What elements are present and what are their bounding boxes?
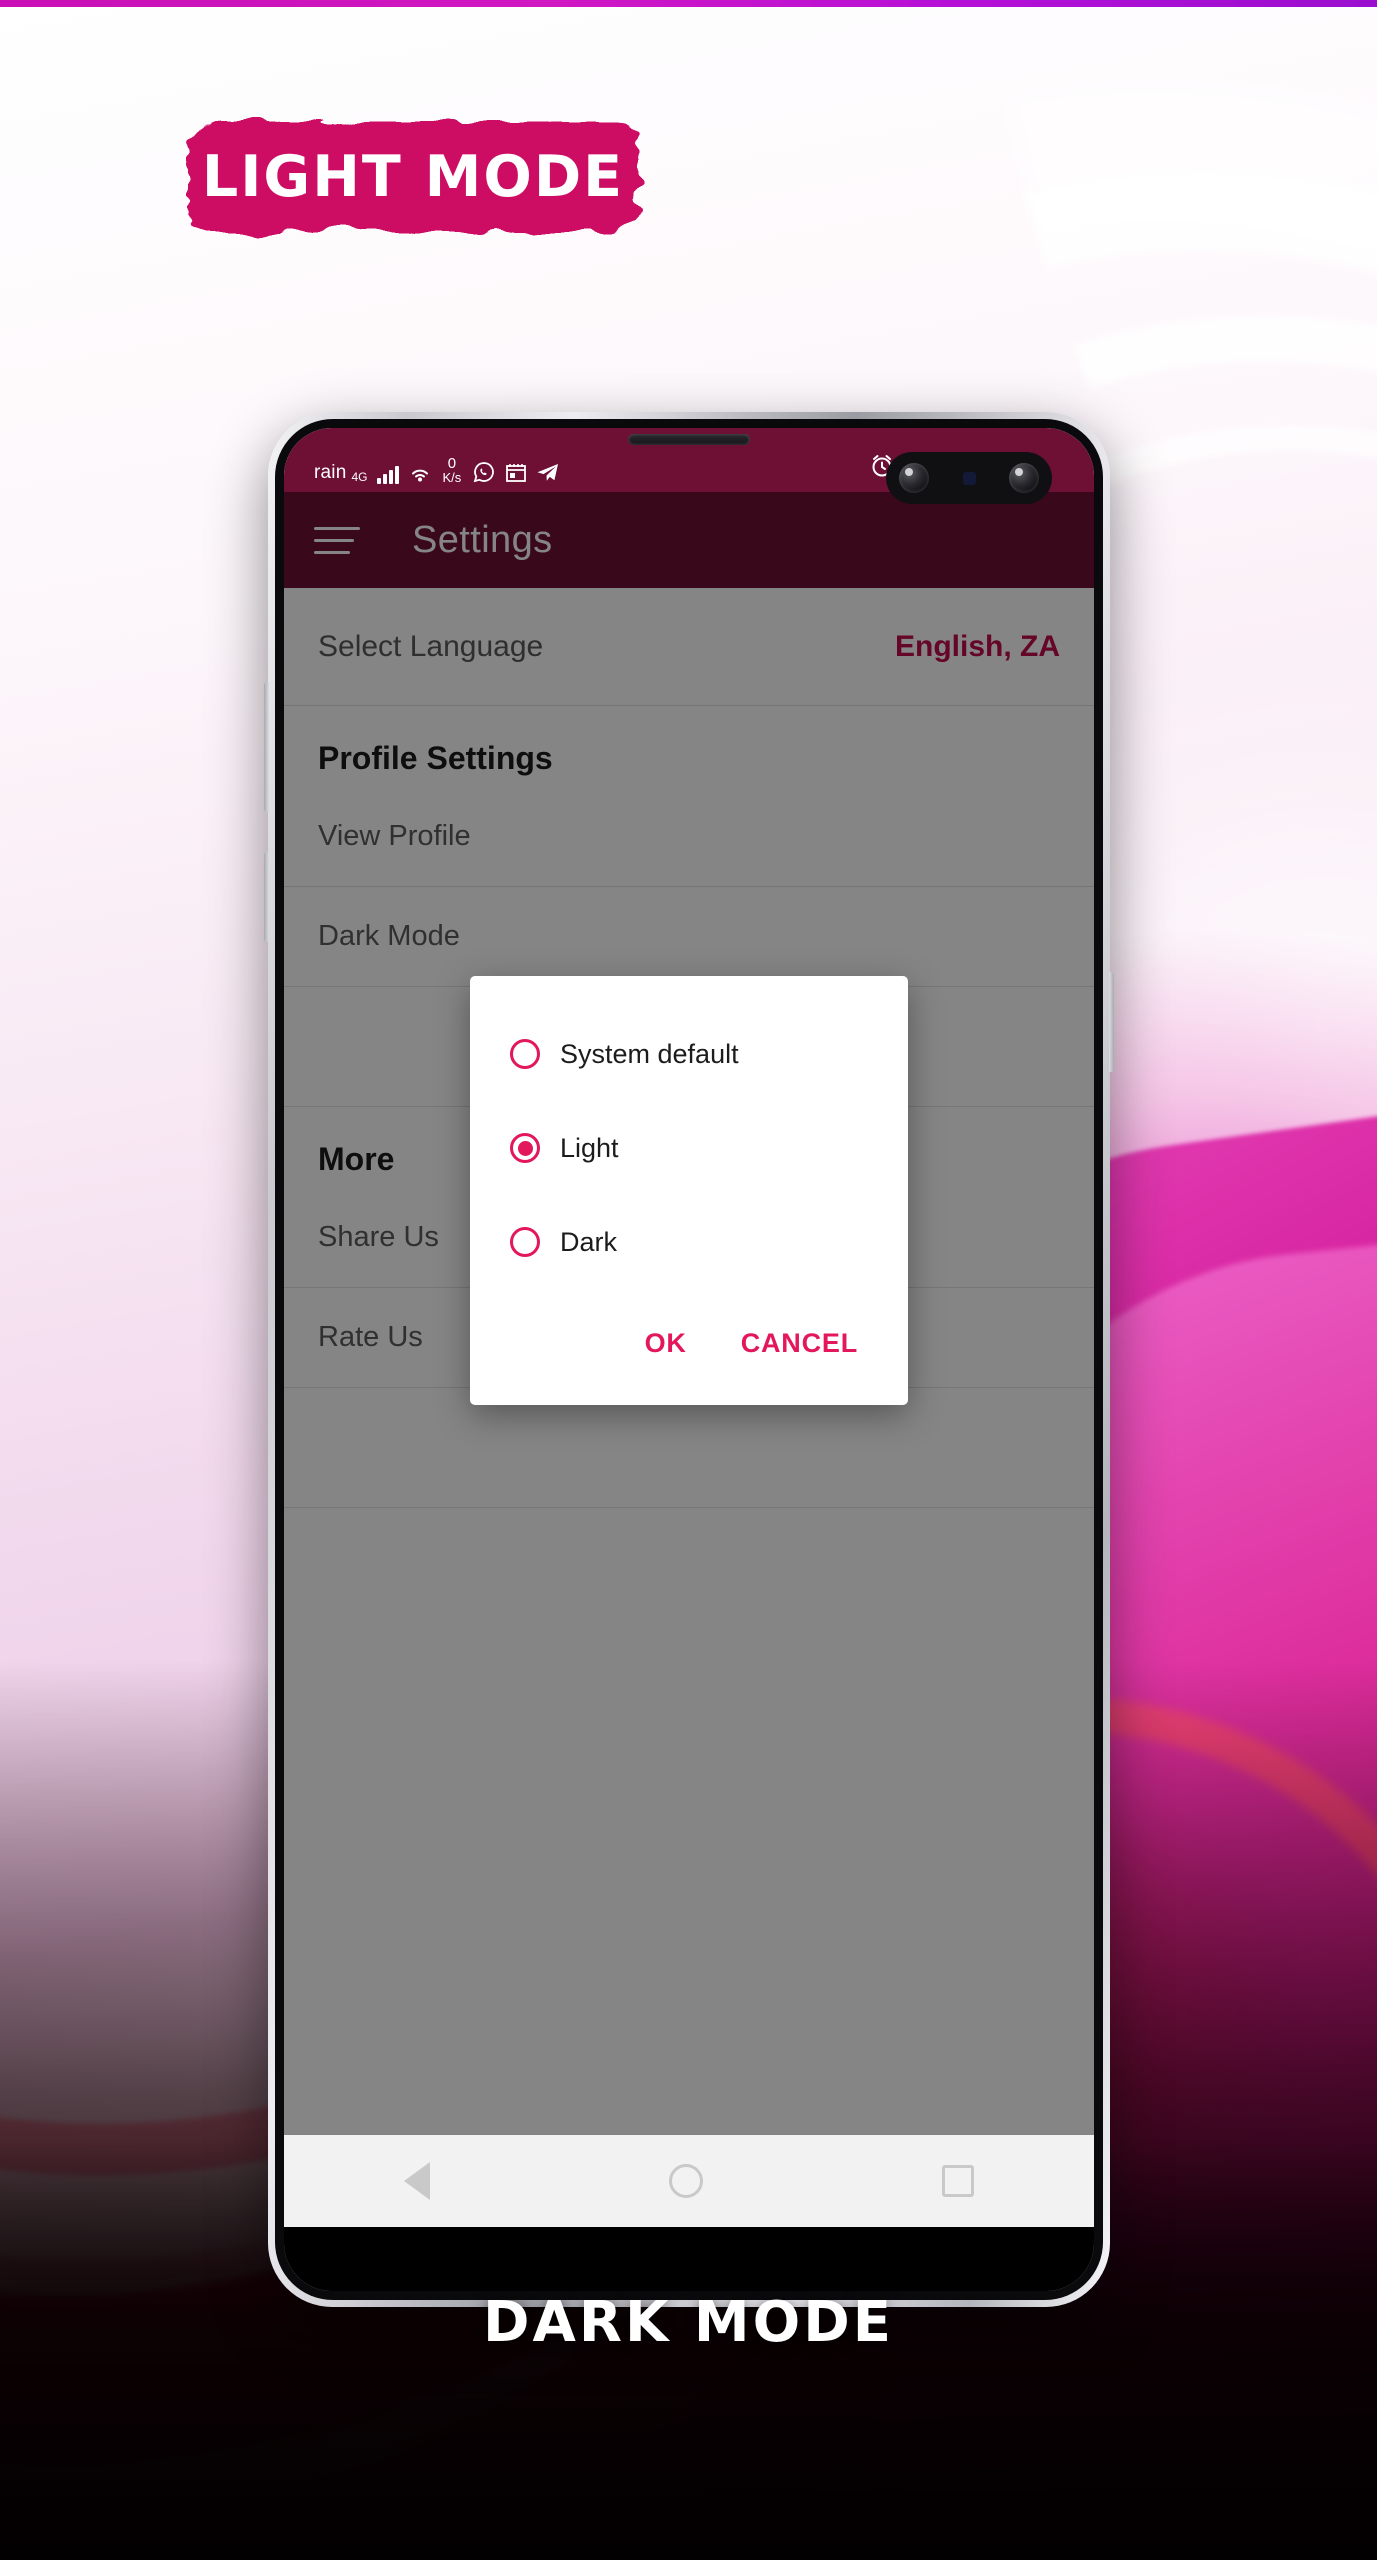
light-mode-banner-wrap	[0, 0, 1377, 2560]
top-accent-strip	[0, 0, 1377, 7]
screenshot-stage: LIGHT MODE rain 4G 0 K/s Settings Select…	[0, 0, 1377, 2560]
light-mode-banner-label: LIGHT MODE	[201, 143, 625, 210]
dark-mode-banner-label: DARK MODE	[483, 2290, 894, 2355]
